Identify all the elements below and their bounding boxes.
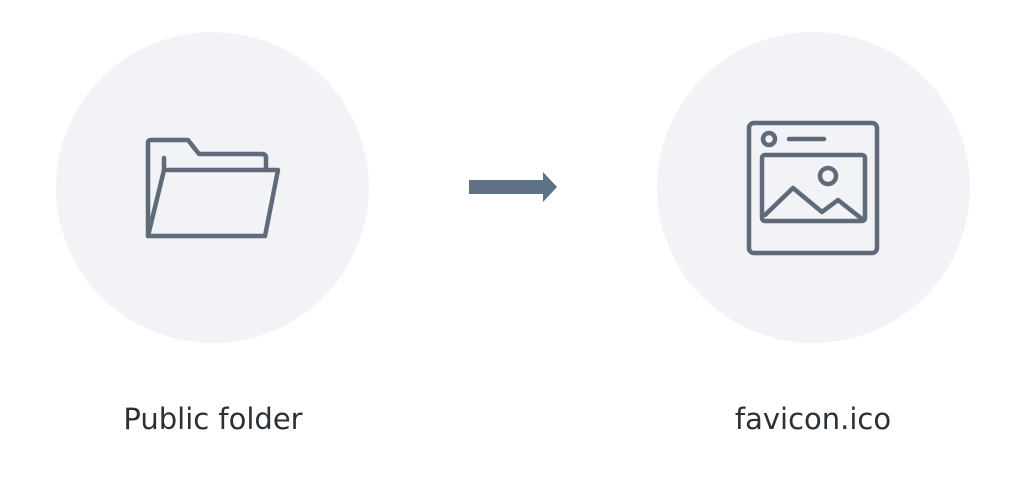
- folder-icon: [145, 137, 281, 239]
- source-node-label: Public folder: [123, 402, 303, 436]
- target-node-label: favicon.ico: [734, 402, 892, 436]
- arrow-right-icon: [469, 172, 557, 202]
- browser-image-icon: [746, 120, 880, 256]
